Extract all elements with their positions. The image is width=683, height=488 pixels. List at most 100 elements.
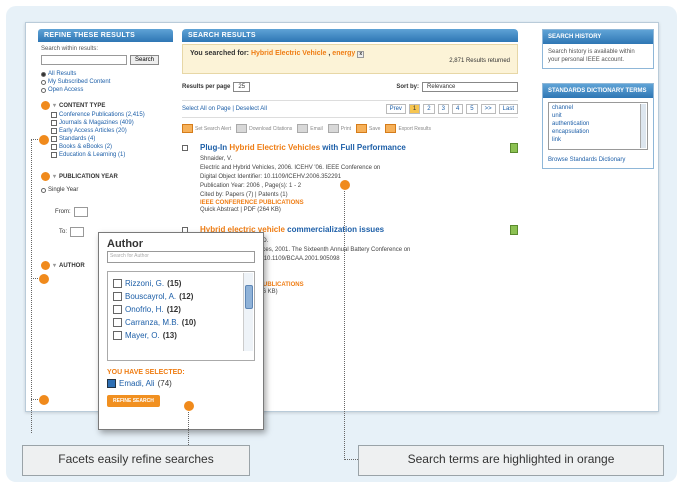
sort-by-label: Sort by: <box>396 84 419 90</box>
refine-search-button[interactable]: REFINE SEARCH <box>107 395 160 407</box>
content-type-heading[interactable]: ▾ CONTENT TYPE <box>41 101 170 110</box>
radio-icon <box>41 87 46 93</box>
set-alert-button[interactable]: Set Search Alert <box>182 124 231 133</box>
checkbox-icon <box>51 136 57 142</box>
alert-icon <box>182 124 193 133</box>
author-list: Rizzoni, G. (15) Bouscayrol, A. (12) Onofr… <box>107 271 255 361</box>
result-checkbox[interactable] <box>182 145 188 151</box>
callout-marker-icon <box>183 400 195 412</box>
publication-year-heading[interactable]: ▾ PUBLICATION YEAR <box>41 172 170 181</box>
result-title[interactable]: Plug-In Hybrid Electric Vehicles with Fu… <box>200 143 498 152</box>
checkbox-icon <box>113 318 122 327</box>
page-4[interactable]: 4 <box>451 104 464 114</box>
facet-marker-icon <box>41 172 50 181</box>
search-term-1: Hybrid Electric Vehicle <box>250 50 327 57</box>
page-last[interactable]: Last <box>498 104 518 114</box>
save-icon <box>356 124 368 133</box>
download-citations-button[interactable]: Download Citations <box>236 124 292 133</box>
search-history-box: SEARCH HISTORY Search history is availab… <box>542 29 654 69</box>
checkbox-icon <box>51 112 57 118</box>
save-button[interactable]: Save <box>356 124 380 133</box>
search-term-2: energy <box>332 50 356 57</box>
checkbox-icon <box>51 120 57 126</box>
checkbox-icon <box>113 292 122 301</box>
author-facet-popup: Author Search for Author Rizzoni, G. (15)… <box>98 232 264 430</box>
author-popup-title: Author <box>107 238 144 250</box>
searched-for-box: You searched for: Hybrid Electric Vehicl… <box>182 44 518 74</box>
radio-open-access[interactable]: Open Access <box>41 87 170 93</box>
result-source[interactable]: Electric and Hybrid Vehicles, 2006. ICEH… <box>200 164 498 173</box>
callout-marker-icon <box>38 134 50 146</box>
page-5[interactable]: 5 <box>466 104 478 114</box>
open-access-lock-icon <box>510 225 518 235</box>
page-2[interactable]: 2 <box>423 104 435 114</box>
from-label: From: <box>55 209 71 215</box>
email-icon <box>297 124 309 133</box>
sort-by-select[interactable]: Relevance <box>422 82 518 92</box>
result-links[interactable]: Quick Abstract | PDF (264 KB) <box>200 206 498 215</box>
callout-marker-icon <box>38 394 50 406</box>
facet-early-access[interactable]: Early Access Articles (20) <box>51 128 170 134</box>
email-button[interactable]: Email <box>297 124 323 133</box>
dictionary-term[interactable]: unit <box>552 112 644 120</box>
author-option[interactable]: Bouscayrol, A. (12) <box>113 292 249 301</box>
facet-books[interactable]: Books & eBooks (2) <box>51 144 170 150</box>
radio-icon <box>41 71 46 77</box>
scrollbar-thumb[interactable] <box>245 285 253 309</box>
to-year-input[interactable] <box>70 227 85 237</box>
refine-header: REFINE THESE RESULTS <box>38 29 173 42</box>
dictionary-term[interactable]: link <box>552 136 644 144</box>
callout-marker-icon <box>38 273 50 285</box>
radio-subscribed[interactable]: My Subscribed Content <box>41 79 170 85</box>
page-next[interactable]: >> <box>480 104 496 114</box>
radio-single-year[interactable]: Single Year <box>41 187 170 193</box>
from-year-input[interactable] <box>73 207 88 217</box>
checkbox-icon <box>51 152 57 158</box>
callout-highlight: Search terms are highlighted in orange <box>358 445 664 476</box>
checkbox-icon <box>113 279 122 288</box>
dictionary-term[interactable]: channel <box>552 104 644 112</box>
dictionary-term-list[interactable]: channel unit authentication encapsulatio… <box>548 102 648 150</box>
result-cited[interactable]: Cited by: Papers (7) | Patents (1) <box>200 191 498 200</box>
facet-marker-icon <box>41 101 50 110</box>
dictionary-header: STANDARDS DICTIONARY TERMS <box>543 84 653 98</box>
search-history-header: SEARCH HISTORY <box>543 30 653 44</box>
facet-conference[interactable]: Conference Publications (2,415) <box>51 112 170 118</box>
results-per-page-select[interactable]: 25 <box>233 82 251 92</box>
result-author[interactable]: Shnaider, V. <box>200 155 498 164</box>
page-3[interactable]: 3 <box>437 104 449 114</box>
dictionary-term[interactable]: encapsulation <box>552 128 644 136</box>
download-icon <box>236 124 248 133</box>
callout-facets: Facets easily refine searches <box>22 445 250 476</box>
dictionary-scrollbar[interactable] <box>640 104 646 148</box>
checkbox-icon <box>113 331 122 340</box>
author-list-scrollbar[interactable] <box>243 273 253 351</box>
export-button[interactable]: Export Results <box>385 124 431 133</box>
author-option[interactable]: Carranza, M.B. (10) <box>113 318 249 327</box>
dictionary-term[interactable]: authentication <box>552 120 644 128</box>
results-count: 2,871 Results returned <box>449 58 510 64</box>
results-per-page-label: Results per page <box>182 84 231 90</box>
callout-leader-right <box>344 184 345 460</box>
search-within-button[interactable]: Search <box>130 55 160 65</box>
radio-icon <box>41 79 46 85</box>
author-option[interactable]: Mayer, O. (13) <box>113 331 249 340</box>
selected-author[interactable]: Emadi, Ali (74) <box>107 379 255 388</box>
export-icon <box>385 124 397 133</box>
author-search-input[interactable]: Search for Author <box>107 251 255 263</box>
print-button[interactable]: Print <box>327 124 351 133</box>
facet-education[interactable]: Education & Learning (1) <box>51 152 170 158</box>
callout-marker-icon <box>339 179 351 191</box>
search-history-text: Search history is available within your … <box>548 49 635 63</box>
radio-all-results[interactable]: All Results <box>41 71 170 77</box>
facet-journals[interactable]: Journals & Magazines (409) <box>51 120 170 126</box>
page-1[interactable]: 1 <box>408 104 421 114</box>
select-all-links[interactable]: Select All on Page | Deselect All <box>182 106 267 112</box>
page-prev[interactable]: Prev <box>385 104 406 114</box>
browse-dictionary-link[interactable]: Browse Standards Dictionary <box>548 156 648 164</box>
remove-term-icon[interactable]: x <box>357 51 365 58</box>
search-within-input[interactable] <box>41 55 127 65</box>
author-option[interactable]: Rizzoni, G. (15) <box>113 279 249 288</box>
author-option[interactable]: Onofrlo, H. (12) <box>113 305 249 314</box>
facet-standards[interactable]: Standards (4) <box>51 136 170 142</box>
